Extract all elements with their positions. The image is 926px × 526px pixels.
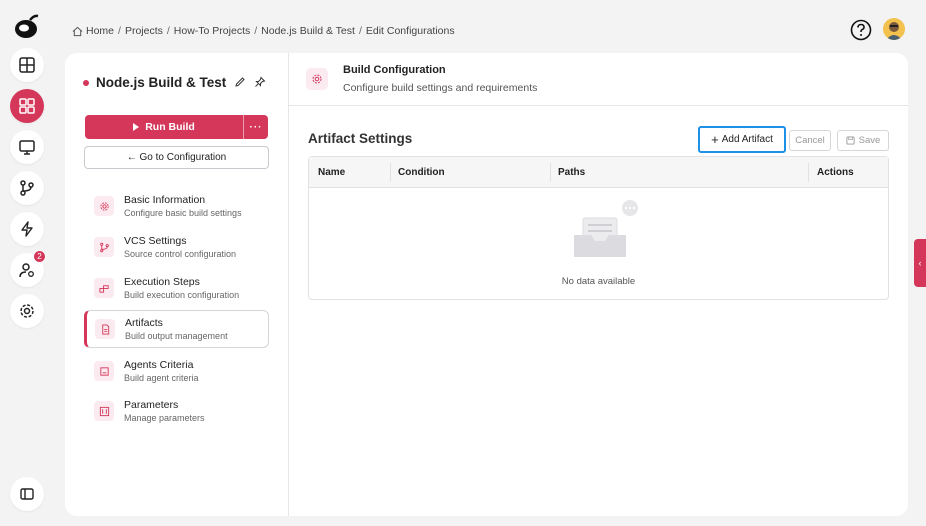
breadcrumb-projects[interactable]: Projects — [125, 25, 163, 37]
user-settings-icon — [19, 263, 34, 278]
breadcrumb-home[interactable]: Home — [86, 25, 114, 37]
config-sidebar: Node.js Build & Test Run Build ··· ← Go … — [65, 53, 289, 516]
column-name[interactable]: Name — [318, 157, 345, 188]
app-logo[interactable] — [12, 12, 40, 40]
run-build-main[interactable]: Run Build — [85, 115, 244, 139]
nav-basic-information[interactable]: Basic Information Configure basic build s… — [84, 187, 269, 225]
home-icon[interactable] — [72, 26, 83, 37]
empty-inbox-icon — [574, 200, 638, 257]
gear-icon — [20, 304, 34, 318]
config-subtitle: Configure build settings and requirement… — [343, 82, 538, 94]
rail-monitor-button[interactable] — [10, 130, 44, 164]
empty-state-text: No data available — [561, 276, 636, 287]
add-artifact-label: Add Artifact — [721, 134, 773, 145]
rail-users-button[interactable]: 2 — [10, 250, 46, 287]
rail-dashboard-button[interactable] — [10, 48, 44, 82]
avatar[interactable] — [883, 18, 905, 40]
cancel-button[interactable]: Cancel — [789, 130, 831, 151]
rail-lightning-button[interactable] — [10, 212, 44, 246]
nav-artifacts[interactable]: Artifacts Build output management — [84, 310, 269, 348]
help-icon[interactable] — [850, 19, 872, 41]
play-icon — [133, 123, 140, 131]
dashboard-icon — [19, 57, 35, 73]
chevron-left-icon: ‹ — [918, 258, 922, 268]
save-icon — [846, 136, 855, 145]
file-icon — [95, 319, 115, 339]
column-actions[interactable]: Actions — [817, 157, 854, 188]
table-header: Name Condition Paths Actions — [309, 157, 888, 188]
git-branch-icon — [94, 237, 114, 257]
nav-title: Basic Information — [124, 193, 206, 206]
run-build-button[interactable]: Run Build ··· — [85, 115, 268, 139]
nav-subtitle: Source control configuration — [124, 248, 237, 259]
save-button[interactable]: Save — [837, 130, 889, 151]
nav-title: Artifacts — [125, 316, 163, 329]
main-card: Node.js Build & Test Run Build ··· ← Go … — [65, 53, 908, 516]
sidebar-toggle-icon — [20, 488, 34, 500]
run-more-button[interactable]: ··· — [244, 115, 268, 139]
column-paths[interactable]: Paths — [558, 157, 585, 188]
nav-title: Execution Steps — [124, 275, 200, 288]
nav-subtitle: Build agent criteria — [124, 372, 199, 383]
steps-icon — [94, 278, 114, 298]
plus-icon: + — [711, 131, 719, 147]
nav-subtitle: Build execution configuration — [124, 289, 240, 300]
add-artifact-button[interactable]: + Add Artifact — [698, 126, 786, 153]
left-rail: 2 — [0, 0, 52, 526]
rail-apps-button[interactable] — [10, 89, 44, 123]
nav-agents-criteria[interactable]: Agents Criteria Build agent criteria — [84, 352, 269, 390]
breadcrumb-how-to-projects[interactable]: How-To Projects — [174, 25, 250, 37]
apps-icon — [19, 98, 35, 114]
nav-title: VCS Settings — [124, 234, 187, 247]
project-title: Node.js Build & Test — [96, 75, 227, 90]
parameters-icon — [94, 401, 114, 421]
nav-title: Agents Criteria — [124, 358, 194, 371]
save-label: Save — [858, 135, 881, 146]
breadcrumb-current: Edit Configurations — [365, 25, 455, 37]
artifact-table: Name Condition Paths Actions No data ava… — [308, 156, 889, 300]
nav-subtitle: Configure basic build settings — [124, 207, 242, 218]
nav-parameters[interactable]: Parameters Manage parameters — [84, 392, 269, 430]
git-branch-icon — [20, 180, 34, 196]
side-panel-toggle[interactable]: ‹ — [914, 239, 926, 287]
status-dot — [83, 79, 89, 86]
section-title: Artifact Settings — [308, 131, 413, 146]
nav-subtitle: Manage parameters — [124, 412, 205, 423]
nav-vcs-settings[interactable]: VCS Settings Source control configuration — [84, 228, 269, 266]
nav-execution-steps[interactable]: Execution Steps Build execution configura… — [84, 269, 269, 307]
monitor-icon — [19, 140, 35, 155]
nav-title: Parameters — [124, 398, 179, 411]
breadcrumb: Home / Projects / How-To Projects / Node… — [72, 24, 455, 38]
nav-subtitle: Build output management — [125, 330, 228, 341]
pin-icon[interactable] — [254, 76, 266, 88]
config-header: Build Configuration Configure build sett… — [289, 53, 908, 106]
notification-badge: 2 — [33, 250, 46, 263]
gear-icon — [94, 196, 114, 216]
breadcrumb-project[interactable]: Node.js Build & Test — [261, 25, 355, 37]
column-condition[interactable]: Condition — [398, 157, 445, 188]
edit-icon[interactable] — [234, 76, 246, 88]
project-title-row: Node.js Build & Test — [83, 75, 226, 90]
rail-settings-button[interactable] — [10, 294, 44, 328]
rail-git-button[interactable] — [10, 171, 44, 205]
run-build-label: Run Build — [145, 121, 195, 133]
rail-sidebar-toggle[interactable] — [10, 477, 44, 511]
go-to-configuration-button[interactable]: ← Go to Configuration — [84, 146, 269, 169]
config-title: Build Configuration — [343, 64, 446, 76]
agent-icon — [94, 361, 114, 381]
lightning-icon — [21, 221, 33, 237]
gear-icon — [306, 68, 328, 90]
